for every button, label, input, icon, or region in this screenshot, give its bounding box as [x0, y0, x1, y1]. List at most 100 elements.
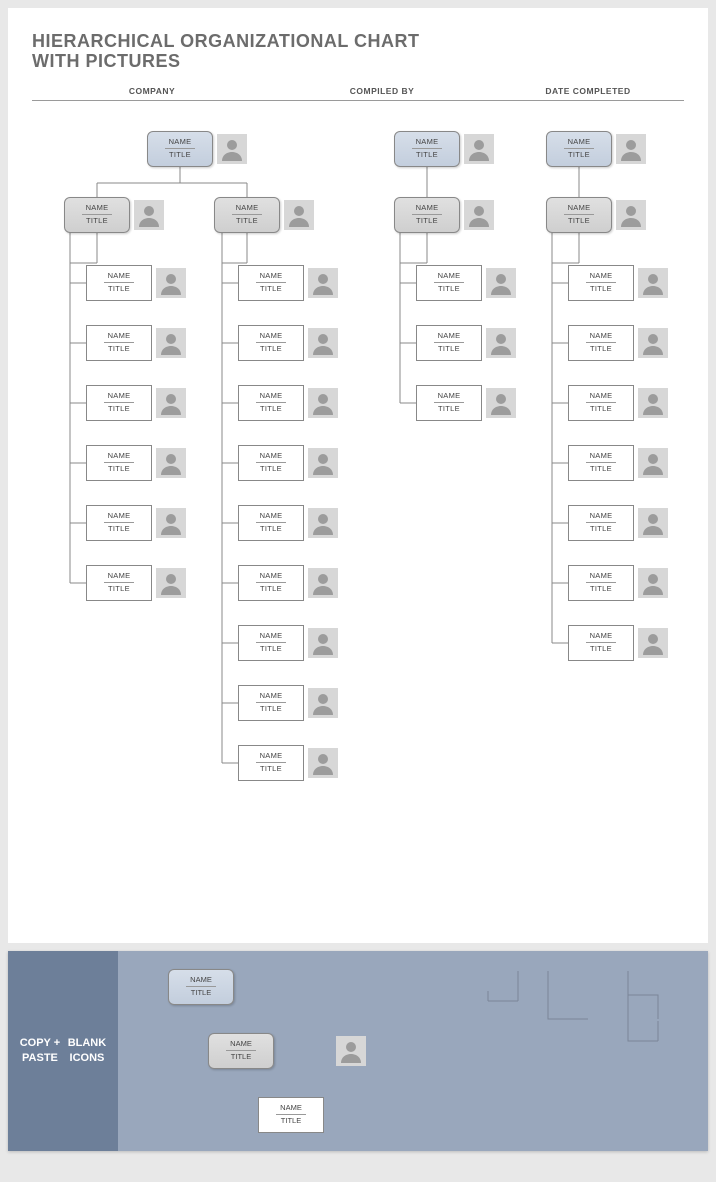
org-title: TITLE	[87, 584, 151, 595]
org-node-mid[interactable]: NAME TITLE	[214, 197, 314, 233]
org-card: NAMETITLE	[86, 505, 152, 541]
palette-avatar[interactable]	[336, 1036, 366, 1066]
card-divider	[564, 148, 593, 149]
org-node-leaf[interactable]: NAMETITLE	[416, 325, 516, 361]
card-divider	[276, 1114, 305, 1115]
org-title: TITLE	[215, 216, 279, 227]
org-name: NAME	[569, 271, 633, 282]
org-node-top[interactable]: NAME TITLE	[147, 131, 247, 167]
card-divider	[586, 582, 615, 583]
org-node-mid[interactable]: NAMETITLE	[546, 197, 646, 233]
card-divider	[256, 462, 285, 463]
org-card: NAMETITLE	[416, 325, 482, 361]
palette-leaf-card[interactable]: NAMETITLE	[258, 1097, 324, 1133]
title-line-2: WITH PICTURES	[32, 51, 181, 71]
person-icon	[308, 688, 338, 718]
palette-top-card[interactable]: NAMETITLE	[168, 969, 234, 1005]
person-icon	[156, 328, 186, 358]
org-node-leaf[interactable]: NAMETITLE	[238, 565, 338, 601]
org-title: TITLE	[259, 1116, 323, 1127]
org-node-leaf[interactable]: NAME TITLE	[568, 265, 668, 301]
org-card: NAMETITLE	[568, 505, 634, 541]
org-node-leaf[interactable]: NAMETITLE	[568, 505, 668, 541]
org-node-leaf[interactable]: NAMETITLE	[416, 385, 516, 421]
person-icon	[308, 568, 338, 598]
header-date-completed: DATE COMPLETED	[492, 86, 684, 96]
person-icon	[156, 448, 186, 478]
org-card: NAMETITLE	[86, 325, 152, 361]
org-node-leaf[interactable]: NAMETITLE	[86, 505, 186, 541]
org-card: NAMETITLE	[238, 325, 304, 361]
org-node-leaf[interactable]: NAMETITLE	[238, 685, 338, 721]
org-node-leaf[interactable]: NAMETITLE	[568, 565, 668, 601]
card-divider	[256, 642, 285, 643]
person-icon	[308, 328, 338, 358]
org-node-leaf[interactable]: NAMETITLE	[86, 385, 186, 421]
org-card: NAMETITLE	[568, 445, 634, 481]
org-node-top[interactable]: NAMETITLE	[546, 131, 646, 167]
org-node-leaf[interactable]: NAMETITLE	[416, 265, 516, 301]
org-node-leaf[interactable]: NAMETITLE	[238, 325, 338, 361]
org-card: NAMETITLE	[238, 745, 304, 781]
org-title: TITLE	[87, 284, 151, 295]
title-line-1: HIERARCHICAL ORGANIZATIONAL CHART	[32, 31, 420, 51]
card-divider	[165, 148, 194, 149]
org-node-leaf[interactable]: NAMETITLE	[238, 505, 338, 541]
org-name: NAME	[417, 391, 481, 402]
palette-label-line-2: BLANK ICONS	[64, 1036, 110, 1065]
org-node-leaf[interactable]: NAMETITLE	[238, 265, 338, 301]
org-node-leaf[interactable]: NAMETITLE	[568, 325, 668, 361]
person-icon	[308, 748, 338, 778]
org-card: NAMETITLE	[568, 625, 634, 661]
org-name: NAME	[239, 571, 303, 582]
person-icon	[638, 448, 668, 478]
org-title: TITLE	[65, 216, 129, 227]
org-name: NAME	[169, 975, 233, 986]
person-icon	[308, 628, 338, 658]
person-icon	[464, 200, 494, 230]
org-card: NAMETITLE	[416, 385, 482, 421]
org-node-leaf[interactable]: NAMETITLE	[568, 445, 668, 481]
org-title: TITLE	[209, 1052, 273, 1063]
org-card: NAMETITLE	[238, 685, 304, 721]
org-node-leaf[interactable]: NAMETITLE	[568, 625, 668, 661]
org-title: TITLE	[395, 150, 459, 161]
org-title: TITLE	[547, 150, 611, 161]
org-node-leaf[interactable]: NAMETITLE	[238, 445, 338, 481]
org-title: TITLE	[569, 284, 633, 295]
card-divider	[256, 282, 285, 283]
org-chart-area: NAME TITLE NAME TITLE NAME TITLE	[32, 113, 684, 923]
card-divider	[434, 402, 463, 403]
org-name: NAME	[239, 631, 303, 642]
document-page: HIERARCHICAL ORGANIZATIONAL CHART WITH P…	[8, 8, 708, 943]
org-node-leaf[interactable]: NAMETITLE	[86, 565, 186, 601]
person-icon	[134, 200, 164, 230]
org-node-mid[interactable]: NAME TITLE	[64, 197, 164, 233]
card-divider	[104, 522, 133, 523]
palette-connector-shapes[interactable]	[478, 965, 688, 1045]
org-title: TITLE	[569, 644, 633, 655]
org-node-leaf[interactable]: NAMETITLE	[238, 385, 338, 421]
card-divider	[256, 522, 285, 523]
org-node-leaf[interactable]: NAMETITLE	[568, 385, 668, 421]
card-divider	[256, 582, 285, 583]
org-node-leaf[interactable]: NAME TITLE	[86, 445, 186, 481]
org-card: NAMETITLE	[546, 131, 612, 167]
org-name: NAME	[239, 751, 303, 762]
card-divider	[586, 522, 615, 523]
org-name: NAME	[239, 511, 303, 522]
org-node-mid[interactable]: NAMETITLE	[394, 197, 494, 233]
org-title: TITLE	[87, 404, 151, 415]
card-divider	[412, 148, 441, 149]
org-name: NAME	[87, 451, 151, 462]
org-name: NAME	[569, 451, 633, 462]
org-node-leaf[interactable]: NAMETITLE	[238, 745, 338, 781]
org-node-leaf[interactable]: NAMETITLE	[238, 625, 338, 661]
palette-mid-card[interactable]: NAMETITLE	[208, 1033, 274, 1069]
org-node-leaf[interactable]: NAMETITLE	[86, 265, 186, 301]
card-divider	[256, 762, 285, 763]
person-icon	[156, 568, 186, 598]
org-node-top[interactable]: NAMETITLE	[394, 131, 494, 167]
org-node-leaf[interactable]: NAMETITLE	[86, 325, 186, 361]
org-title: TITLE	[87, 464, 151, 475]
